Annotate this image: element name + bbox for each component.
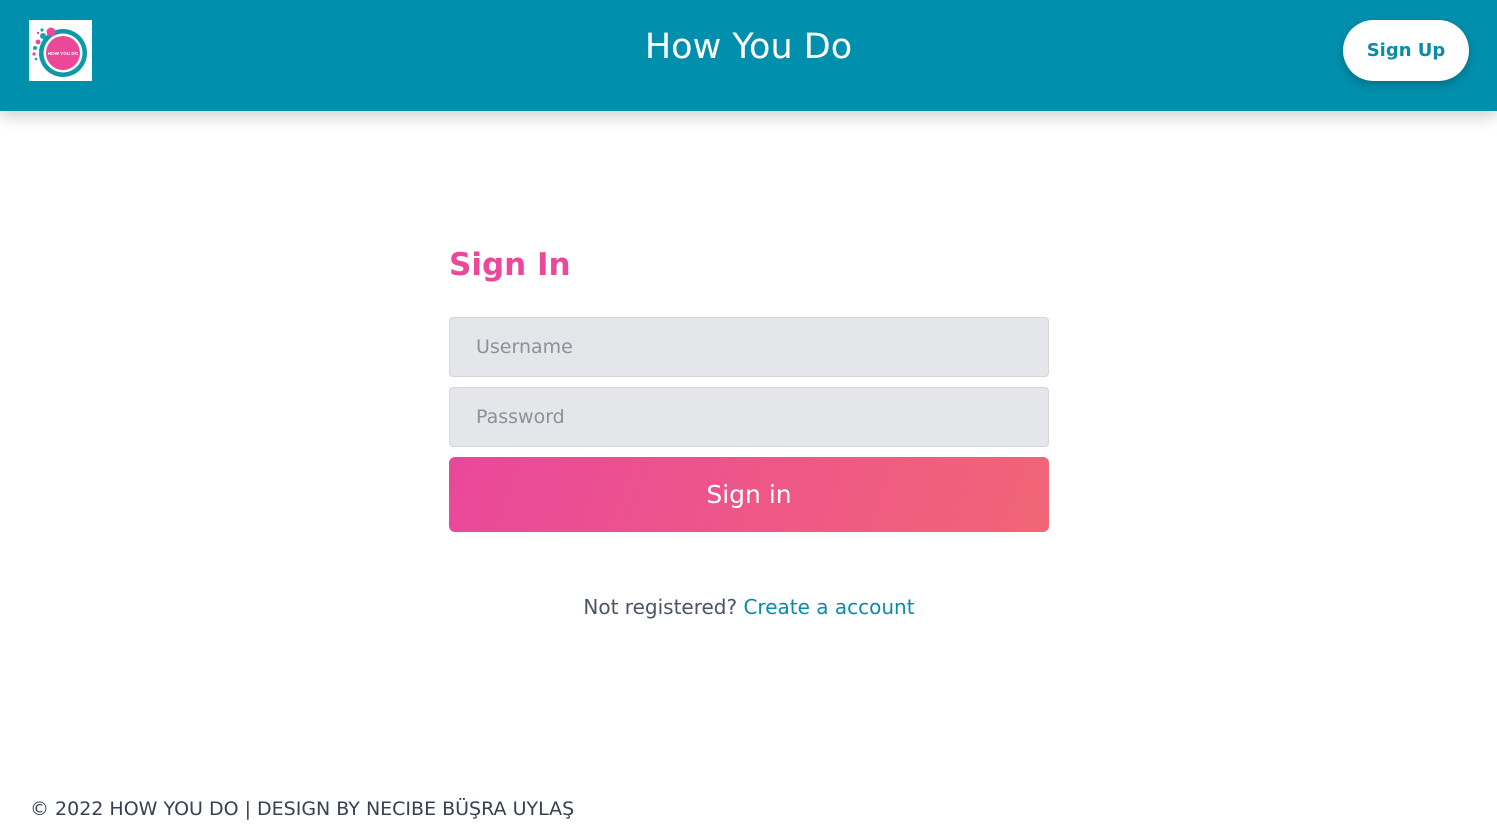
footer-copyright: © 2022 HOW YOU DO | DESIGN BY NECIBE BÜŞ…	[30, 798, 575, 820]
register-text: Not registered?	[583, 595, 738, 619]
app-title: How You Do	[644, 27, 853, 67]
create-account-link[interactable]: Create a account	[743, 595, 914, 619]
register-prompt: Not registered? Create a account	[449, 594, 1049, 620]
signup-button[interactable]: Sign Up	[1343, 20, 1469, 81]
password-input[interactable]	[449, 387, 1049, 447]
signin-button[interactable]: Sign in	[449, 457, 1049, 532]
username-input[interactable]	[449, 317, 1049, 377]
app-header: HOW YOU DO How You Do Sign Up	[0, 0, 1497, 111]
signin-heading: Sign In	[449, 247, 571, 283]
